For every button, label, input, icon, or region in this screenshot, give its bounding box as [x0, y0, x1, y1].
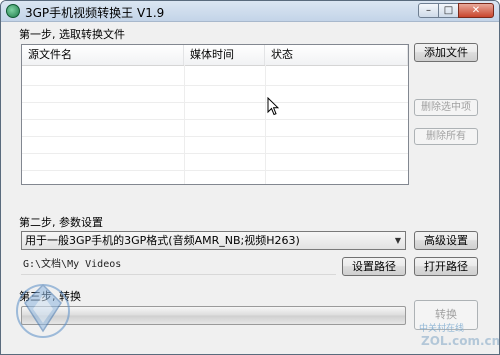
maximize-button[interactable]: □: [438, 3, 459, 18]
title-bar[interactable]: 3GP手机视频转换王 V1.9 – □ ✕: [1, 1, 499, 22]
column-media-time[interactable]: 媒体时间: [184, 45, 265, 65]
row-line: [22, 85, 408, 86]
file-list[interactable]: 源文件名 媒体时间 状态: [21, 44, 409, 185]
watermark-logo: [16, 283, 70, 338]
row-line: [22, 170, 408, 171]
chevron-down-icon[interactable]: ▼: [395, 232, 401, 249]
advanced-settings-button[interactable]: 高级设置: [414, 231, 478, 250]
add-file-button[interactable]: 添加文件: [414, 43, 478, 62]
column-status[interactable]: 状态: [265, 45, 408, 65]
app-icon: [6, 4, 20, 18]
watermark-site-name: 中关村在线: [419, 324, 465, 334]
column-divider: [184, 65, 185, 184]
row-line: [22, 119, 408, 120]
set-path-button[interactable]: 设置路径: [342, 257, 406, 276]
mouse-cursor-icon: [267, 97, 279, 116]
column-divider: [265, 65, 266, 184]
step2-label: 第二步, 参数设置: [19, 216, 103, 229]
preset-selected-value: 用于一般3GP手机的3GP格式(音频AMR_NB;视频H263): [25, 234, 300, 247]
column-source-filename[interactable]: 源文件名: [22, 45, 184, 65]
file-list-header: 源文件名 媒体时间 状态: [22, 45, 408, 66]
preset-select[interactable]: 用于一般3GP手机的3GP格式(音频AMR_NB;视频H263) ▼: [21, 231, 406, 250]
row-line: [22, 102, 408, 103]
step1-label: 第一步, 选取转换文件: [19, 28, 125, 41]
delete-all-button[interactable]: 删除所有: [414, 128, 478, 145]
watermark-site-url: ZOL.com.cn: [421, 334, 500, 348]
row-line: [22, 136, 408, 137]
row-line: [22, 153, 408, 154]
minimize-button[interactable]: –: [418, 3, 439, 18]
open-path-button[interactable]: 打开路径: [414, 257, 478, 276]
delete-selected-button[interactable]: 删除选中项: [414, 99, 478, 116]
window-title: 3GP手机视频转换王 V1.9: [25, 6, 165, 20]
app-window: 3GP手机视频转换王 V1.9 – □ ✕ 第一步, 选取转换文件 源文件名 媒…: [0, 0, 500, 355]
close-button[interactable]: ✕: [458, 3, 494, 18]
